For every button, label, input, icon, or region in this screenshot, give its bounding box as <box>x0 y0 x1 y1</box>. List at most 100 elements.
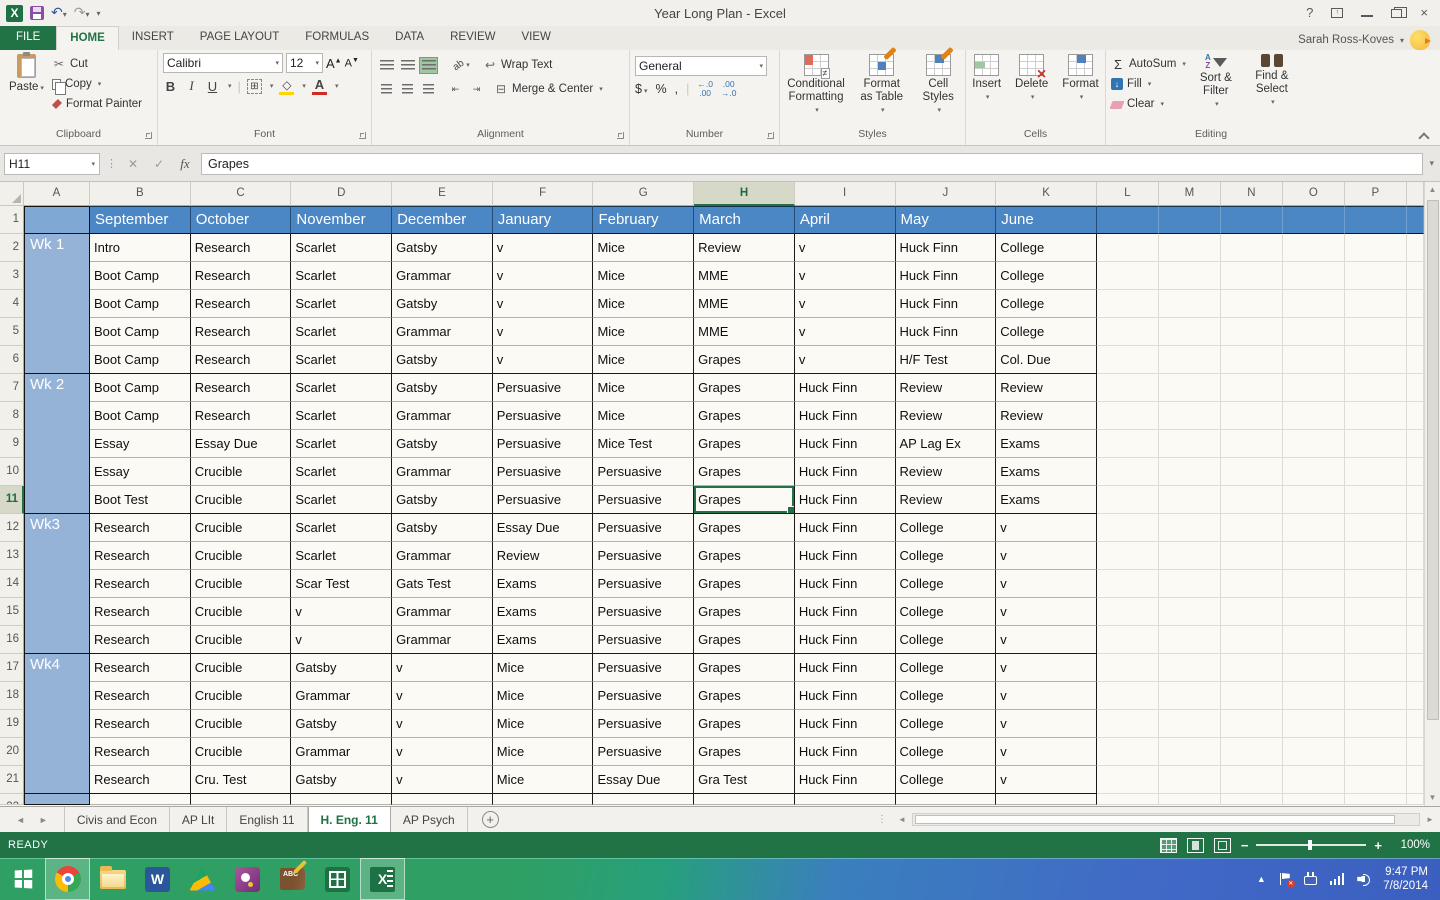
merge-center-button[interactable]: ⊟ Merge & Center ▾ <box>494 80 603 98</box>
cell-F15[interactable]: Exams <box>492 598 594 626</box>
cell-F12[interactable]: Essay Due <box>492 514 594 542</box>
cell-M15[interactable] <box>1158 598 1221 626</box>
account-menu[interactable]: Sarah Ross-Koves ▾ <box>1298 30 1440 50</box>
cell-B7[interactable]: Boot Camp <box>90 374 191 402</box>
cell-fill8[interactable] <box>1406 402 1424 430</box>
cell-E13[interactable]: Grammar <box>392 542 493 570</box>
cell-D15[interactable]: v <box>291 598 393 626</box>
cell-F6[interactable]: v <box>492 346 594 374</box>
column-header-M[interactable]: M <box>1158 182 1221 206</box>
cell-C18[interactable]: Crucible <box>190 682 292 710</box>
power-battery-icon[interactable] <box>1303 872 1317 885</box>
cell-D19[interactable]: Gatsby <box>291 710 393 738</box>
cell-L12[interactable] <box>1096 514 1159 542</box>
cell-O12[interactable] <box>1282 514 1345 542</box>
cell-D20[interactable]: Grammar <box>291 738 393 766</box>
cell-C8[interactable]: Research <box>190 402 292 430</box>
paste-button[interactable]: Paste ▾ <box>5 52 48 125</box>
cell-fill18[interactable] <box>1406 682 1424 710</box>
cell-fill10[interactable] <box>1406 458 1424 486</box>
column-header-C[interactable]: C <box>190 182 292 206</box>
cell-M11[interactable] <box>1158 486 1221 514</box>
tab-file[interactable]: FILE <box>0 26 57 50</box>
cell-O4[interactable] <box>1282 290 1345 318</box>
cell-E20[interactable]: v <box>392 738 493 766</box>
cell-C6[interactable]: Research <box>190 346 292 374</box>
cell-fill21[interactable] <box>1406 766 1424 794</box>
cell-N20[interactable] <box>1220 738 1283 766</box>
cell-E2[interactable]: Gatsby <box>392 234 493 262</box>
sheet-nav-right-icon[interactable]: ► <box>39 815 48 825</box>
taskbar-item-photos-app[interactable] <box>225 858 270 900</box>
cell-empty[interactable] <box>1344 794 1407 805</box>
cell-M17[interactable] <box>1158 654 1221 682</box>
cell-B8[interactable]: Boot Camp <box>90 402 191 430</box>
month-header-blank[interactable] <box>1220 206 1283 234</box>
cell-fill19[interactable] <box>1406 710 1424 738</box>
autosum-button[interactable]: Σ AutoSum ▾ <box>1111 55 1186 73</box>
cell-G6[interactable]: Mice <box>593 346 695 374</box>
cell-G19[interactable]: Persuasive <box>593 710 695 738</box>
cell-styles-button[interactable]: Cell Styles ▾ <box>916 53 960 125</box>
cell-K2[interactable]: College <box>996 234 1097 262</box>
row-header-18[interactable]: 18 <box>0 682 24 710</box>
align-right-button[interactable] <box>419 81 438 98</box>
taskbar-item-chrome[interactable] <box>45 858 90 900</box>
hscroll-right-icon[interactable]: ► <box>1422 815 1438 824</box>
row-header-12[interactable]: 12 <box>0 514 24 542</box>
cell-fill17[interactable] <box>1406 654 1424 682</box>
cell-M3[interactable] <box>1158 262 1221 290</box>
cell-H19[interactable]: Grapes <box>694 710 795 738</box>
cell-I11[interactable]: Huck Finn <box>794 486 896 514</box>
month-header-cell-february[interactable]: February <box>593 206 695 234</box>
cell-K6[interactable]: Col. Due <box>996 346 1097 374</box>
cell-P11[interactable] <box>1344 486 1407 514</box>
cell-P7[interactable] <box>1344 374 1407 402</box>
cell-N7[interactable] <box>1220 374 1283 402</box>
cell-L3[interactable] <box>1096 262 1159 290</box>
cell-fill7[interactable] <box>1406 374 1424 402</box>
cell-P18[interactable] <box>1344 682 1407 710</box>
cell-N9[interactable] <box>1220 430 1283 458</box>
cell-L18[interactable] <box>1096 682 1159 710</box>
network-signal-icon[interactable] <box>1329 873 1345 885</box>
accounting-format-button[interactable]: $ ▾ <box>635 82 647 96</box>
cell-O17[interactable] <box>1282 654 1345 682</box>
cell-P8[interactable] <box>1344 402 1407 430</box>
tray-chevron-up-icon[interactable]: ▲ <box>1257 874 1266 884</box>
normal-view-icon[interactable] <box>1159 837 1177 853</box>
cell-M7[interactable] <box>1158 374 1221 402</box>
cell-C5[interactable]: Research <box>190 318 292 346</box>
taskbar-item-google-drive[interactable] <box>180 858 225 900</box>
row-header-5[interactable]: 5 <box>0 318 24 346</box>
cell-fill3[interactable] <box>1406 262 1424 290</box>
column-header-J[interactable]: J <box>895 182 997 206</box>
cell-P9[interactable] <box>1344 430 1407 458</box>
cell-E22[interactable] <box>392 794 493 805</box>
cell-fill16[interactable] <box>1406 626 1424 654</box>
row-header-7[interactable]: 7 <box>0 374 24 402</box>
cell-O13[interactable] <box>1282 542 1345 570</box>
cell-H11[interactable]: Grapes <box>694 486 795 514</box>
cell-F17[interactable]: Mice <box>492 654 594 682</box>
vertical-scrollbar[interactable]: ▲ ▼ <box>1424 182 1440 806</box>
cell-K18[interactable]: v <box>996 682 1097 710</box>
cell-I15[interactable]: Huck Finn <box>794 598 896 626</box>
cell-G21[interactable]: Essay Due <box>593 766 695 794</box>
cell-M21[interactable] <box>1158 766 1221 794</box>
cell-B16[interactable]: Research <box>90 626 191 654</box>
cell-E18[interactable]: v <box>392 682 493 710</box>
row-header-14[interactable]: 14 <box>0 570 24 598</box>
cell-D9[interactable]: Scarlet <box>291 430 393 458</box>
cell-L20[interactable] <box>1096 738 1159 766</box>
week-label-cell-wk3[interactable]: Wk3 <box>24 514 90 654</box>
cell-L15[interactable] <box>1096 598 1159 626</box>
cell-O2[interactable] <box>1282 234 1345 262</box>
cell-M5[interactable] <box>1158 318 1221 346</box>
cell-B10[interactable]: Essay <box>90 458 191 486</box>
cell-J18[interactable]: College <box>895 682 997 710</box>
find-select-button[interactable]: Find & Select ▾ <box>1246 53 1298 125</box>
cell-J4[interactable]: Huck Finn <box>895 290 997 318</box>
cell-K15[interactable]: v <box>996 598 1097 626</box>
cell-H4[interactable]: MME <box>694 290 795 318</box>
